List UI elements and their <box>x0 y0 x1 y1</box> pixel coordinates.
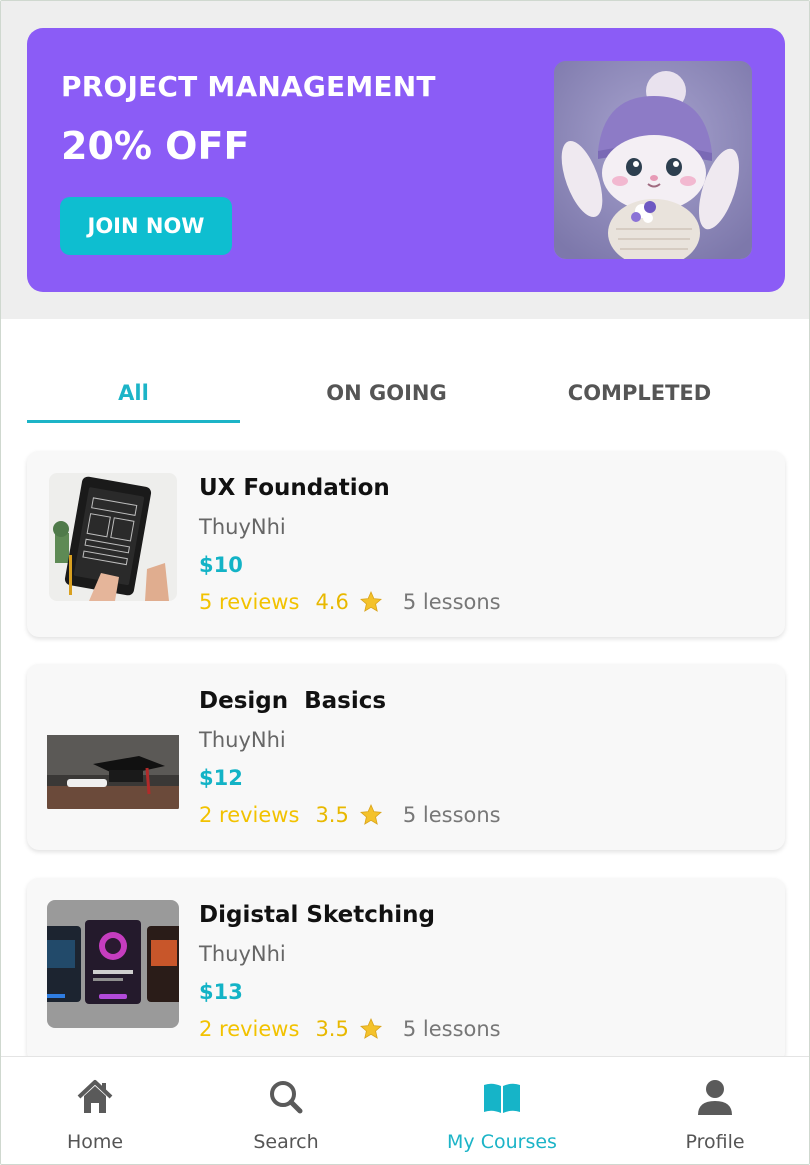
course-meta: 2 reviews 3.5 5 lessons <box>199 1017 501 1041</box>
course-rating: 4.6 <box>315 590 349 614</box>
user-icon <box>695 1077 735 1117</box>
course-tabs: All ON GOING COMPLETED <box>27 361 785 425</box>
tab-on-going[interactable]: ON GOING <box>280 361 493 425</box>
star-icon <box>359 591 382 612</box>
tab-completed[interactable]: COMPLETED <box>533 361 746 425</box>
course-card-design-basics[interactable]: Design Basics ThuyNhi $12 2 reviews 3.5 … <box>27 664 785 850</box>
nav-my-courses[interactable]: My Courses <box>422 1057 582 1164</box>
course-thumbnail <box>49 473 177 601</box>
bunny-illustration <box>554 61 752 259</box>
nav-search-label: Search <box>253 1131 319 1153</box>
course-price: $12 <box>199 766 243 790</box>
course-thumbnail <box>47 686 179 814</box>
course-author: ThuyNhi <box>199 942 286 966</box>
course-title: Design Basics <box>199 688 387 714</box>
nav-home-label: Home <box>66 1131 124 1153</box>
course-thumbnail <box>47 900 179 1028</box>
book-icon <box>482 1077 522 1117</box>
nav-profile[interactable]: Profile <box>635 1057 795 1164</box>
tab-all[interactable]: All <box>27 361 240 425</box>
course-price: $13 <box>199 980 243 1004</box>
course-reviews: 2 reviews <box>199 1017 300 1041</box>
course-lessons: 5 lessons <box>402 590 501 614</box>
nav-search[interactable]: Search <box>206 1057 366 1164</box>
join-now-button[interactable]: JOIN NOW <box>60 197 232 255</box>
course-meta: 5 reviews 4.6 5 lessons <box>199 590 501 614</box>
search-icon <box>266 1077 306 1117</box>
active-tab-indicator <box>27 420 240 423</box>
course-card-digital-sketching[interactable]: Digistal Sketching ThuyNhi $13 2 reviews… <box>27 878 785 1064</box>
app-screen: PROJECT MANAGEMENT 20% OFF JOIN NOW All … <box>0 0 810 1165</box>
course-meta: 2 reviews 3.5 5 lessons <box>199 803 501 827</box>
course-reviews: 2 reviews <box>199 803 300 827</box>
promo-banner: PROJECT MANAGEMENT 20% OFF JOIN NOW <box>27 28 785 292</box>
banner-title: PROJECT MANAGEMENT <box>61 70 436 103</box>
course-lessons: 5 lessons <box>402 803 501 827</box>
nav-home[interactable]: Home <box>15 1057 175 1164</box>
course-author: ThuyNhi <box>199 515 286 539</box>
star-icon <box>359 1018 382 1039</box>
course-title: Digistal Sketching <box>199 902 435 928</box>
course-card-ux-foundation[interactable]: UX Foundation ThuyNhi $10 5 reviews 4.6 … <box>27 451 785 637</box>
home-icon <box>75 1077 115 1117</box>
nav-my-courses-label: My Courses <box>447 1131 557 1153</box>
course-reviews: 5 reviews <box>199 590 300 614</box>
course-rating: 3.5 <box>315 803 349 827</box>
course-author: ThuyNhi <box>199 728 286 752</box>
course-rating: 3.5 <box>315 1017 349 1041</box>
course-price: $10 <box>199 553 243 577</box>
course-title: UX Foundation <box>199 475 390 501</box>
bottom-nav: Home Search My Courses Profile <box>1 1056 809 1164</box>
course-lessons: 5 lessons <box>402 1017 501 1041</box>
star-icon <box>359 804 382 825</box>
banner-area: PROJECT MANAGEMENT 20% OFF JOIN NOW <box>1 1 809 319</box>
nav-profile-label: Profile <box>685 1131 745 1153</box>
banner-discount: 20% OFF <box>61 124 250 168</box>
